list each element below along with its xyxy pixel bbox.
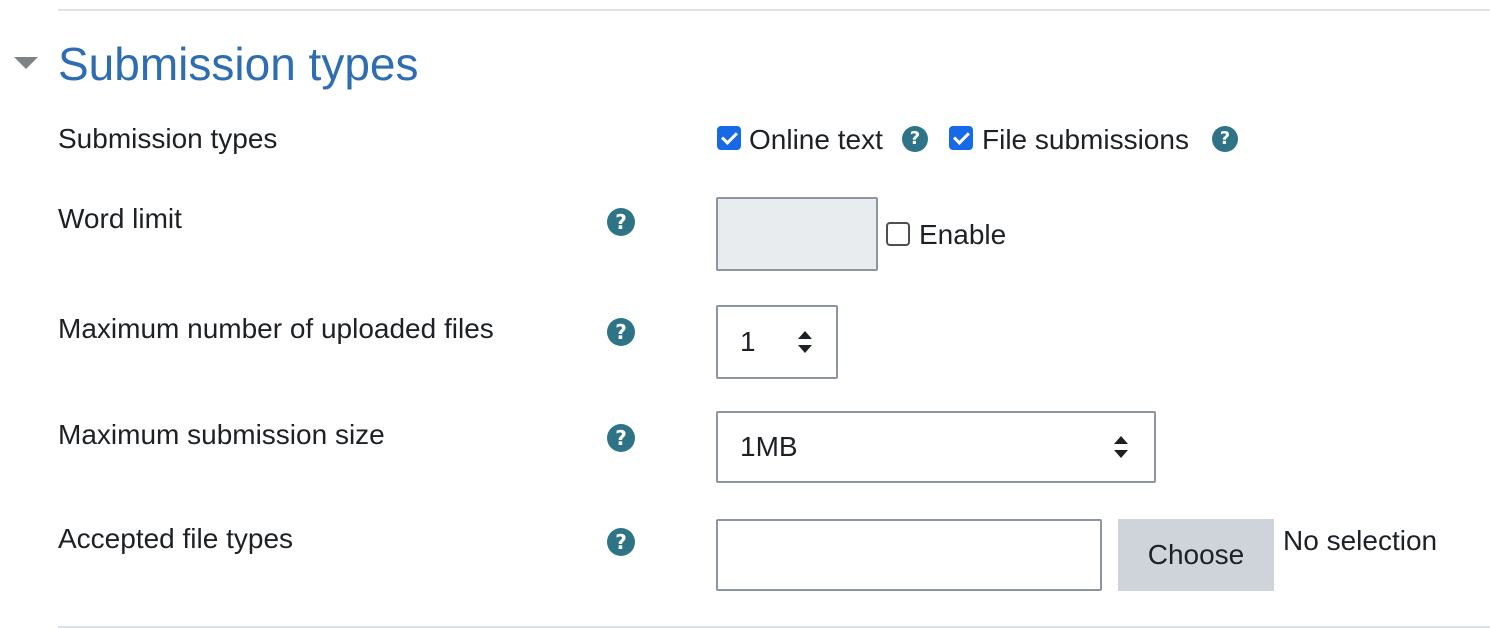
choose-button[interactable]: Choose: [1118, 519, 1274, 591]
file-types-label: Accepted file types: [58, 523, 294, 554]
file-submissions-help-icon[interactable]: ?: [1212, 126, 1238, 152]
online-text-help-icon[interactable]: ?: [902, 126, 928, 152]
max-files-select-value: 1: [740, 326, 756, 357]
no-selection-text: No selection: [1283, 525, 1438, 556]
max-files-select[interactable]: 1: [716, 305, 838, 379]
word-limit-enable-checkbox[interactable]: [886, 222, 910, 246]
file-submissions-checkbox[interactable]: [949, 126, 973, 150]
word-limit-input[interactable]: [716, 197, 878, 271]
submission-types-label: Submission types: [58, 123, 278, 154]
max-size-label: Maximum submission size: [58, 419, 385, 450]
max-size-select-value: 1MB: [740, 431, 798, 462]
online-text-checkbox[interactable]: [717, 126, 741, 150]
max-files-help-icon[interactable]: ?: [607, 318, 635, 346]
file-types-input[interactable]: [716, 519, 1102, 591]
section-title[interactable]: Submission types: [58, 36, 419, 92]
max-size-help-icon[interactable]: ?: [607, 424, 635, 452]
word-limit-label: Word limit: [58, 203, 182, 234]
online-text-label[interactable]: Online text: [749, 123, 883, 157]
section-divider-top: [58, 9, 1490, 11]
file-submissions-label[interactable]: File submissions: [982, 123, 1189, 157]
word-limit-enable-label[interactable]: Enable: [919, 218, 1006, 252]
caret-down-icon[interactable]: [14, 57, 38, 69]
word-limit-help-icon[interactable]: ?: [607, 208, 635, 236]
select-arrows-icon: [1114, 436, 1128, 458]
select-arrows-icon: [798, 331, 812, 353]
file-types-help-icon[interactable]: ?: [607, 528, 635, 556]
max-size-select[interactable]: 1MB: [716, 411, 1156, 483]
max-files-label: Maximum number of uploaded files: [58, 313, 494, 344]
